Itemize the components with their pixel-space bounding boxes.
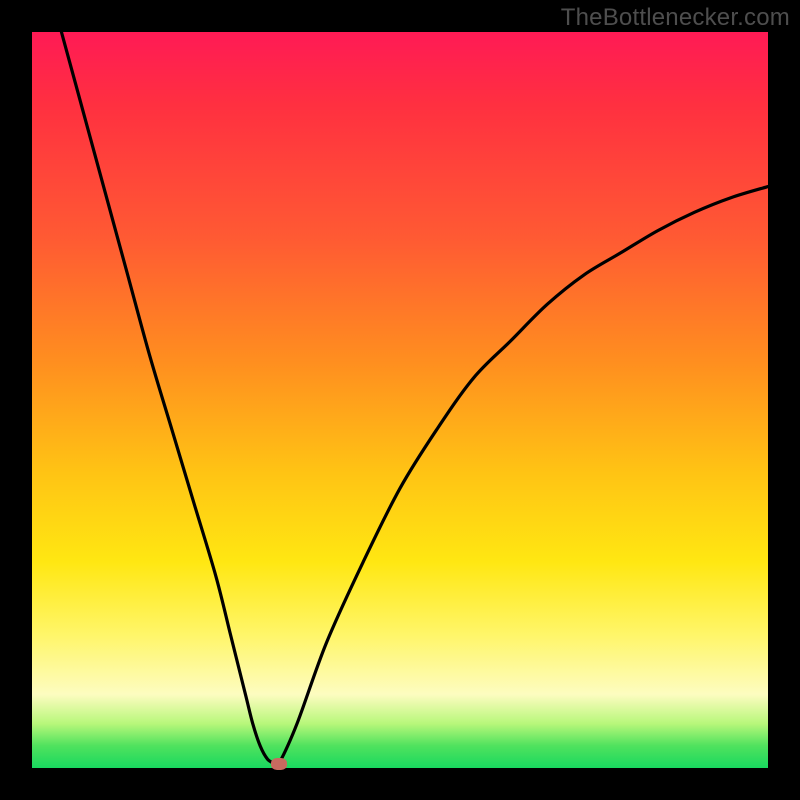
curve-svg: [32, 32, 768, 768]
plot-area: [32, 32, 768, 768]
bottleneck-curve: [61, 32, 768, 767]
chart-frame: TheBottlenecker.com: [0, 0, 800, 800]
watermark-text: TheBottlenecker.com: [561, 4, 790, 32]
optimal-point-marker: [271, 758, 287, 770]
